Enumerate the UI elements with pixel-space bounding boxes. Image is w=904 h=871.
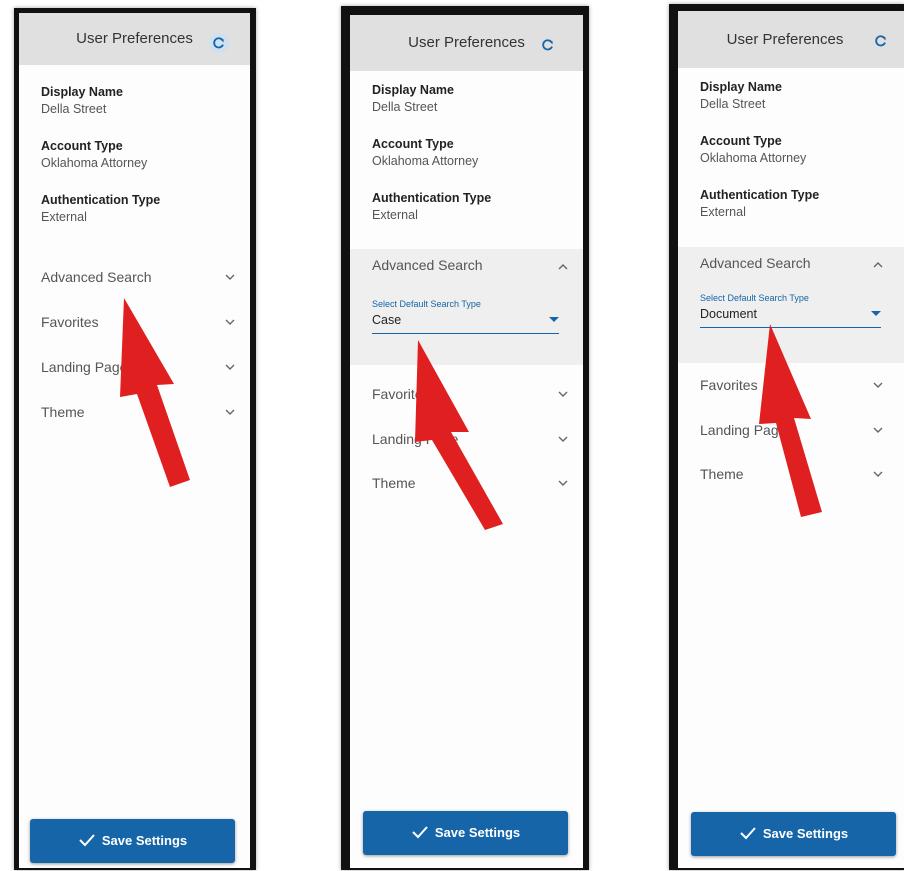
save-settings-button[interactable]: Save Settings (363, 811, 568, 855)
auth-type-value: External (372, 208, 418, 222)
preferences-panel-1: User Preferences Display Name Della Stre… (19, 13, 250, 868)
section-label: Theme (372, 475, 416, 491)
preferences-panel-3: User Preferences Display Name Della Stre… (678, 11, 904, 868)
save-settings-label: Save Settings (434, 825, 521, 840)
auth-type-label: Authentication Type (41, 193, 161, 207)
caret-down-icon (871, 311, 881, 316)
display-name-value: Della Street (700, 97, 766, 111)
chevron-down-icon (225, 274, 235, 280)
section-advanced-search-expanded: Advanced Search Select Default Search Ty… (678, 247, 904, 363)
default-search-type-select[interactable]: Select Default Search Type Document (700, 293, 881, 328)
caret-down-icon (549, 317, 559, 322)
account-type-label: Account Type (41, 139, 123, 153)
section-label: Advanced Search (372, 257, 483, 273)
section-theme[interactable]: Theme (678, 452, 904, 496)
save-settings-button[interactable]: Save Settings (30, 819, 235, 863)
section-landing-page[interactable]: Landing Page (678, 408, 904, 452)
section-theme[interactable]: Theme (350, 461, 583, 505)
panel-title: User Preferences (726, 31, 844, 48)
section-theme[interactable]: Theme (19, 390, 250, 434)
section-favorites[interactable]: Favorites (350, 372, 583, 416)
account-type-label: Account Type (700, 134, 782, 148)
section-label: Theme (41, 404, 85, 420)
chevron-up-icon[interactable] (872, 259, 884, 271)
refresh-icon[interactable] (871, 31, 891, 51)
section-label: Advanced Search (41, 269, 152, 285)
section-landing-page[interactable]: Landing Page (19, 345, 250, 389)
save-settings-label: Save Settings (762, 826, 849, 841)
account-type-block: Account Type Oklahoma Attorney (41, 139, 240, 170)
select-label: Select Default Search Type (372, 299, 481, 309)
display-name-label: Display Name (700, 80, 782, 94)
display-name-block: Display Name Della Street (372, 83, 573, 114)
panel-title: User Preferences (408, 34, 525, 51)
account-type-block: Account Type Oklahoma Attorney (372, 137, 573, 168)
section-label: Landing Page (700, 422, 787, 438)
select-value: Document (700, 307, 757, 321)
display-name-block: Display Name Della Street (41, 85, 240, 116)
section-favorites[interactable]: Favorites (678, 363, 904, 407)
save-settings-button[interactable]: Save Settings (691, 812, 896, 856)
preferences-panel-2: User Preferences Display Name Della Stre… (350, 15, 583, 868)
preferences-frame-3: User Preferences Display Name Della Stre… (669, 4, 904, 870)
section-favorites[interactable]: Favorites (19, 300, 250, 344)
chevron-up-icon[interactable] (557, 261, 569, 273)
check-icon (412, 826, 428, 839)
display-name-label: Display Name (41, 85, 123, 99)
chevron-down-icon (558, 436, 568, 442)
section-advanced-search-expanded: Advanced Search Select Default Search Ty… (350, 249, 583, 365)
auth-type-block: Authentication Type External (372, 191, 573, 222)
section-advanced-search[interactable]: Advanced Search (19, 255, 250, 299)
auth-type-value: External (700, 205, 746, 219)
auth-type-label: Authentication Type (700, 188, 820, 202)
chevron-down-icon (558, 391, 568, 397)
select-value: Case (372, 313, 402, 327)
default-search-type-select[interactable]: Select Default Search Type Case (372, 299, 559, 334)
account-type-value: Oklahoma Attorney (700, 151, 807, 165)
display-name-label: Display Name (372, 83, 454, 97)
section-landing-page[interactable]: Landing Page (350, 417, 583, 461)
display-name-value: Della Street (372, 100, 438, 114)
section-label: Favorites (41, 314, 99, 330)
check-icon (79, 834, 95, 847)
chevron-down-icon (558, 480, 568, 486)
display-name-block: Display Name Della Street (700, 80, 894, 111)
refresh-icon[interactable] (538, 35, 558, 55)
section-label: Theme (700, 466, 744, 482)
chevron-down-icon (225, 319, 235, 325)
preferences-frame-2: User Preferences Display Name Della Stre… (341, 6, 589, 870)
chevron-down-icon (225, 364, 235, 370)
auth-type-block: Authentication Type External (41, 193, 240, 224)
chevron-down-icon (873, 427, 883, 433)
display-name-value: Della Street (41, 102, 107, 116)
select-label: Select Default Search Type (700, 293, 809, 303)
account-type-block: Account Type Oklahoma Attorney (700, 134, 894, 165)
refresh-icon[interactable] (209, 33, 229, 53)
account-type-label: Account Type (372, 137, 454, 151)
section-label: Favorites (372, 386, 430, 402)
chevron-down-icon (225, 409, 235, 415)
section-label: Favorites (700, 377, 758, 393)
check-icon (740, 827, 756, 840)
section-label: Advanced Search (700, 255, 811, 271)
chevron-down-icon (873, 382, 883, 388)
auth-type-value: External (41, 210, 87, 224)
auth-type-block: Authentication Type External (700, 188, 894, 219)
panel-title: User Preferences (76, 30, 193, 47)
chevron-down-icon (873, 471, 883, 477)
section-label: Landing Page (41, 359, 128, 375)
account-type-value: Oklahoma Attorney (41, 156, 148, 170)
account-type-value: Oklahoma Attorney (372, 154, 479, 168)
section-label: Landing Page (372, 431, 459, 447)
save-settings-label: Save Settings (101, 833, 188, 848)
preferences-frame-1: User Preferences Display Name Della Stre… (14, 8, 256, 870)
auth-type-label: Authentication Type (372, 191, 492, 205)
